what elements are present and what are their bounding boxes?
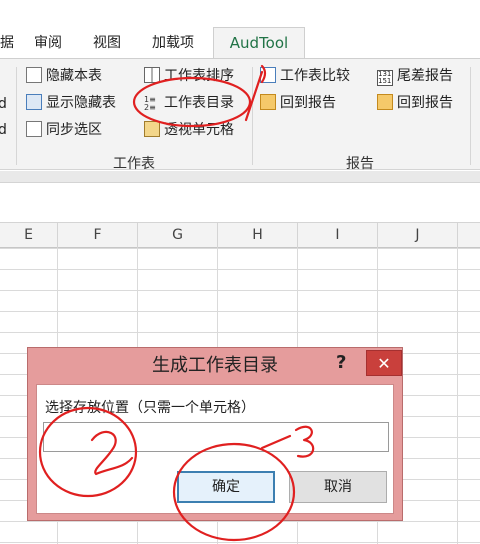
number-grid-icon: 131 151 <box>377 70 393 86</box>
cut-off-label: d <box>0 122 7 138</box>
hide-sheet-icon <box>26 67 42 83</box>
clipboard-icon <box>144 121 160 137</box>
location-input[interactable] <box>43 422 389 452</box>
cancel-button[interactable]: 取消 <box>289 471 387 503</box>
tab-review[interactable]: 审阅 <box>34 28 62 58</box>
location-label: 选择存放位置（只需一个单元格） <box>45 400 255 416</box>
dialog-body: 选择存放位置（只需一个单元格） 确定 取消 <box>36 384 394 514</box>
cut-off-label: d <box>0 96 7 112</box>
checkbox-icon <box>26 121 42 137</box>
back-to-report-button[interactable]: 回到报告 <box>260 92 336 114</box>
hide-sheet-button[interactable]: 隐藏本表 <box>26 65 102 87</box>
sort-grid-icon <box>144 67 160 83</box>
column-header-j[interactable]: J <box>378 223 458 248</box>
show-sheets-icon <box>26 94 42 110</box>
show-hidden-sheets-button[interactable]: 显示隐藏表 <box>26 92 116 114</box>
column-header-h[interactable]: H <box>218 223 298 248</box>
column-header-f[interactable]: F <box>58 223 138 248</box>
numbered-list-icon: 1≡ 2≡ <box>144 95 156 112</box>
column-header-g[interactable]: G <box>138 223 218 248</box>
tab-audtool[interactable]: AudTool <box>213 27 305 59</box>
column-header-i[interactable]: I <box>298 223 378 248</box>
close-icon[interactable]: ✕ <box>366 350 402 376</box>
group-separator <box>16 67 17 165</box>
formula-area <box>0 183 480 223</box>
help-icon[interactable]: ? <box>336 352 346 373</box>
column-header-e[interactable]: E <box>0 223 58 248</box>
compare-sheets-button[interactable]: 工作表比较 <box>260 65 350 87</box>
sort-sheets-button[interactable]: 工作表排序 <box>144 65 234 87</box>
group-label-sheet: 工作表 <box>113 156 155 172</box>
group-label-report: 报告 <box>346 156 374 172</box>
column-header-next[interactable] <box>458 223 480 248</box>
sync-selection-button[interactable]: 同步选区 <box>26 119 102 141</box>
ok-button[interactable]: 确定 <box>177 471 275 503</box>
group-separator <box>252 67 253 165</box>
group-separator <box>470 67 471 165</box>
tab-view[interactable]: 视图 <box>93 28 121 58</box>
rounding-diff-report-button[interactable]: 131 151 尾差报告 <box>377 65 453 87</box>
sheet-toc-button[interactable]: 1≡ 2≡ 工作表目录 <box>144 92 234 114</box>
report-return-icon <box>377 94 393 110</box>
pivot-cell-button[interactable]: 透视单元格 <box>144 119 234 141</box>
grid-line <box>457 248 458 544</box>
back-to-report-button-2[interactable]: 回到报告 <box>377 92 453 114</box>
tab-addins[interactable]: 加载项 <box>152 28 194 58</box>
generate-toc-dialog: 生成工作表目录 ? ✕ 选择存放位置（只需一个单元格） 确定 取消 <box>27 347 403 521</box>
ribbon-bottom-strip <box>0 171 480 183</box>
column-header-row: E F G H I J <box>0 223 480 248</box>
ribbon-panel: d d 隐藏本表 显示隐藏表 同步选区 工作表排序 1≡ 2≡ 工作表目录 透视单元… <box>0 58 480 172</box>
tab-data[interactable]: 据 <box>0 28 14 58</box>
ribbon-tab-bar: 据 审阅 视图 加载项 AudTool <box>0 0 480 59</box>
compare-icon <box>260 67 276 83</box>
report-return-icon <box>260 94 276 110</box>
